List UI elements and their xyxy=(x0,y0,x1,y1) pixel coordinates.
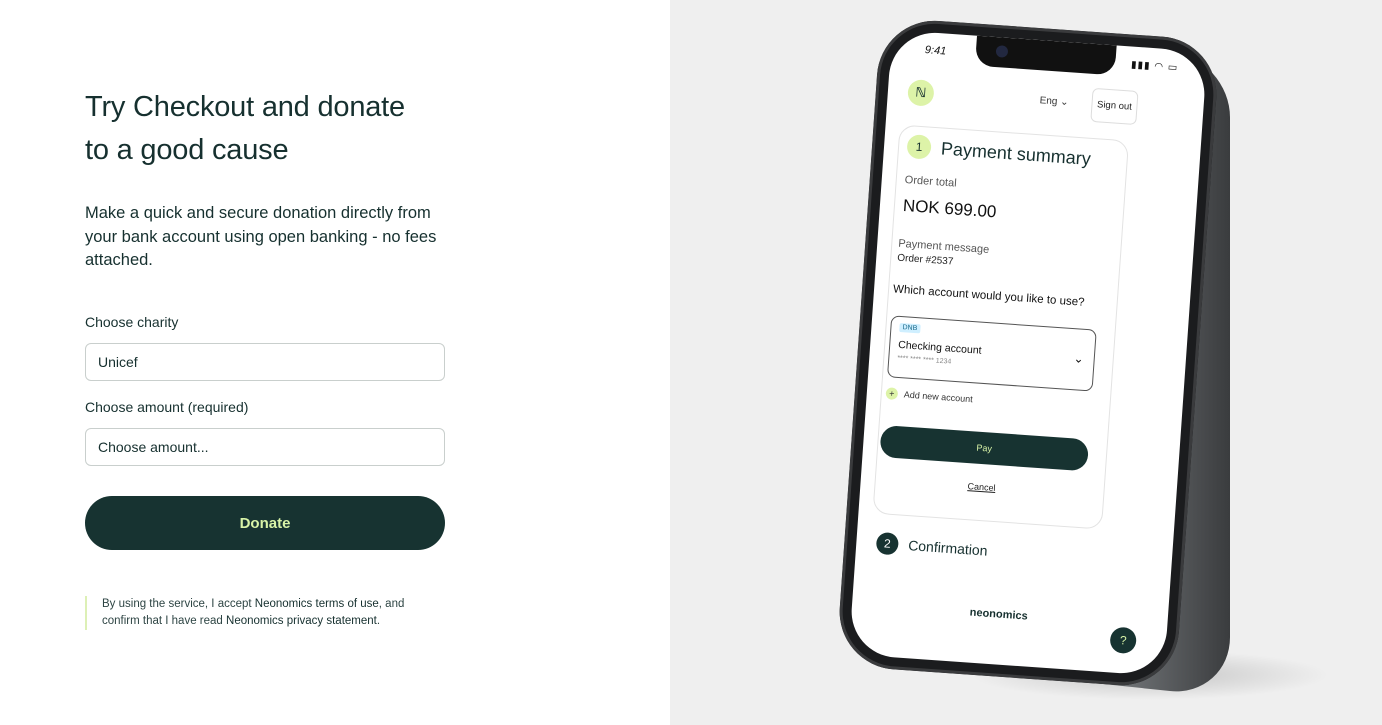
terms-notice: By using the service, I accept Neonomics… xyxy=(85,596,445,630)
add-account-label: Add new account xyxy=(903,389,974,405)
phone-illustration: 9:41 ▮▮▮ ◠ ▭ ℕ Eng ⌄ Sign out 1 Payment … xyxy=(670,0,1382,725)
camera-icon xyxy=(995,45,1009,58)
title-line-1: Try Checkout and donate xyxy=(85,91,405,123)
page-title: Try Checkout and donate to a good cause xyxy=(85,86,465,172)
phone-frame: 9:41 ▮▮▮ ◠ ▭ ℕ Eng ⌄ Sign out 1 Payment … xyxy=(835,16,1221,690)
order-total-label: Order total xyxy=(904,173,958,190)
status-icons: ▮▮▮ ◠ ▭ xyxy=(1130,59,1179,74)
account-name: Checking account xyxy=(897,338,982,357)
amount-input[interactable] xyxy=(85,428,445,466)
add-account-link: + Add new account xyxy=(885,387,973,405)
phone-screen: 9:41 ▮▮▮ ◠ ▭ ℕ Eng ⌄ Sign out 1 Payment … xyxy=(848,29,1208,677)
step-2-title: Confirmation xyxy=(907,537,989,559)
charity-input[interactable] xyxy=(85,343,445,381)
donation-form-panel: Try Checkout and donate to a good cause … xyxy=(0,0,670,725)
plus-icon: + xyxy=(885,387,899,401)
donate-button[interactable]: Donate xyxy=(85,496,445,550)
phone-illustration-panel: 9:41 ▮▮▮ ◠ ▭ ℕ Eng ⌄ Sign out 1 Payment … xyxy=(670,0,1382,725)
language-label: Eng xyxy=(1039,95,1058,108)
account-number: **** **** **** 1234 xyxy=(897,354,952,366)
step-1-badge: 1 xyxy=(906,134,932,160)
cancel-link: Cancel xyxy=(967,481,996,494)
language-select: Eng ⌄ xyxy=(1039,95,1069,109)
charity-label: Choose charity xyxy=(85,314,179,330)
bank-badge: DNB xyxy=(899,322,921,334)
payment-message-value: Order #2537 xyxy=(896,252,954,268)
account-selector: DNB Checking account **** **** **** 1234… xyxy=(886,315,1097,392)
status-time: 9:41 xyxy=(924,44,947,58)
signout-button: Sign out xyxy=(1090,87,1139,125)
step-1-title: Payment summary xyxy=(940,138,1092,169)
neonomics-logo-icon: ℕ xyxy=(907,79,935,107)
pay-button: Pay xyxy=(879,424,1090,472)
page-subtitle: Make a quick and secure donation directl… xyxy=(85,204,437,269)
chevron-down-icon: ⌄ xyxy=(1073,351,1085,366)
order-total-value: NOK 699.00 xyxy=(902,195,997,222)
privacy-statement-link[interactable]: Neonomics privacy statement xyxy=(226,615,377,627)
account-question: Which account would you like to use? xyxy=(892,283,1085,309)
terms-text-1: By using the service, I accept xyxy=(102,598,255,610)
title-line-2: to a good cause xyxy=(85,134,289,166)
neonomics-brand-logo: neonomics xyxy=(969,606,1029,623)
terms-of-use-link[interactable]: Neonomics terms of use xyxy=(255,598,379,610)
phone-notch xyxy=(974,35,1117,76)
question-icon: ? xyxy=(1109,626,1138,655)
amount-label: Choose amount (required) xyxy=(85,399,249,415)
terms-text-3: . xyxy=(376,615,381,627)
payment-summary-card: 1 Payment summary Order total NOK 699.00… xyxy=(872,124,1130,530)
step-2-badge: 2 xyxy=(875,531,900,556)
